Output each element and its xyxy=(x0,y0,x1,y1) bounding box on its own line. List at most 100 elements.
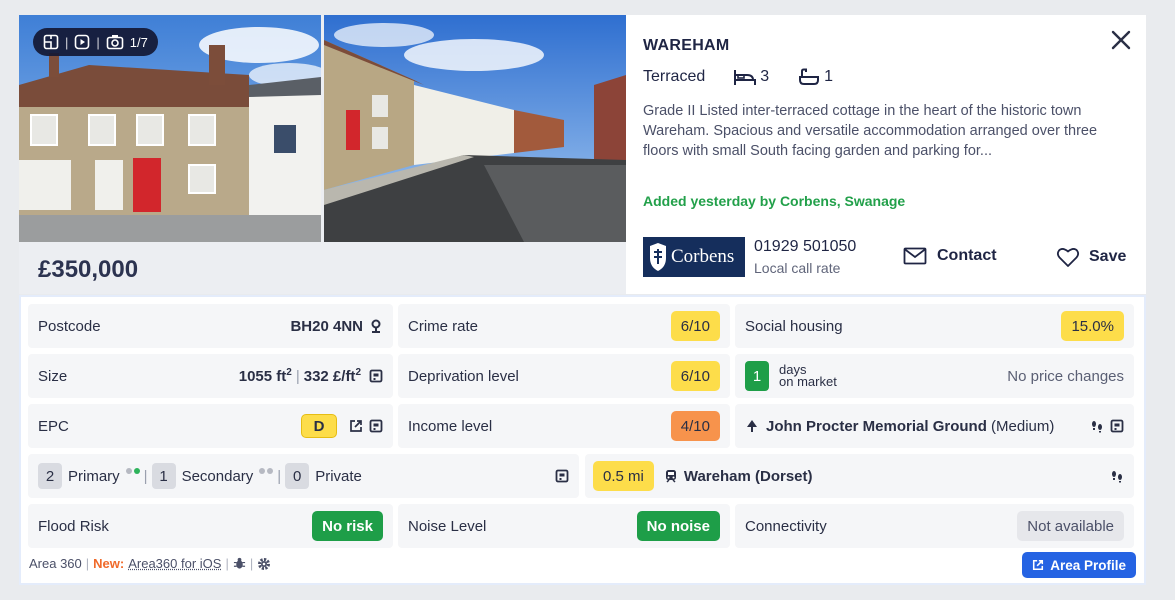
contact-label: Contact xyxy=(937,247,997,264)
connectivity-badge: Not available xyxy=(1017,511,1124,541)
listing-town[interactable]: WAREHAM xyxy=(643,37,730,55)
tree-icon xyxy=(747,420,757,432)
crime-cell: Crime rate 6/10 xyxy=(398,304,730,348)
size-cell: Size 1055 ft2 | 332 £/ft2 xyxy=(28,354,393,398)
footprints-icon[interactable] xyxy=(1110,469,1124,483)
private-label: Private xyxy=(315,467,362,485)
agent-logo[interactable]: Corbens xyxy=(643,237,745,277)
photo-gallery[interactable]: | | 1/7 £350,000 xyxy=(19,15,626,294)
days-on-market-label: days on market xyxy=(779,362,837,389)
bedrooms-count: 3 xyxy=(760,68,770,85)
save-button[interactable]: Save xyxy=(1056,246,1126,268)
close-icon[interactable] xyxy=(1110,29,1132,51)
heart-icon xyxy=(1056,248,1080,267)
listing-photo-2[interactable] xyxy=(324,15,626,242)
bed-icon xyxy=(734,70,757,85)
social-housing-label: Social housing xyxy=(745,317,843,335)
schools-separator: | xyxy=(143,467,148,485)
secondary-label: Secondary xyxy=(181,467,254,485)
area-footer: Area 360 | New: Area360 for iOS | | xyxy=(29,556,271,571)
agent-logo-text: Corbens xyxy=(671,246,735,267)
flood-risk-label: Flood Risk xyxy=(38,517,109,535)
days-on-market-cell: 1 days on market No price changes xyxy=(735,354,1134,398)
listing-info: WAREHAM Terraced 3 1 Grade II Listed int… xyxy=(626,15,1146,294)
phone-rate-note: Local call rate xyxy=(754,260,841,276)
listing-description: Grade II Listed inter-terraced cottage i… xyxy=(643,103,1098,159)
station-distance-badge: 0.5 mi xyxy=(593,461,654,491)
bathrooms-feature: 1 xyxy=(797,68,833,86)
floorplan-icon[interactable] xyxy=(43,34,59,50)
epc-cell: EPC D xyxy=(28,404,393,448)
ios-app-link[interactable]: Area360 for iOS xyxy=(128,556,221,571)
bath-icon xyxy=(799,68,820,85)
noise-level-cell: Noise Level No noise xyxy=(398,504,730,548)
connectivity-cell: Connectivity Not available xyxy=(735,504,1134,548)
primary-dots xyxy=(124,467,140,485)
map-pin-icon[interactable] xyxy=(369,319,383,333)
area-profile-button[interactable]: Area Profile xyxy=(1022,552,1136,578)
external-link-icon[interactable] xyxy=(349,419,363,433)
flood-risk-cell: Flood Risk No risk xyxy=(28,504,393,548)
private-count: 0 xyxy=(285,463,310,489)
media-separator: | xyxy=(65,34,69,50)
noise-level-label: Noise Level xyxy=(408,517,487,535)
calculator-icon[interactable] xyxy=(1110,419,1124,433)
calculator-icon[interactable] xyxy=(369,419,383,433)
media-counter-pill[interactable]: | | 1/7 xyxy=(33,28,158,56)
bug-icon[interactable] xyxy=(233,557,246,570)
noise-level-badge: No noise xyxy=(636,511,720,541)
agent-phone[interactable]: 01929 501050 xyxy=(754,238,856,256)
envelope-icon xyxy=(903,247,927,265)
footer-separator: | xyxy=(85,556,90,571)
nearest-station-cell[interactable]: 0.5 mi Wareham (Dorset) xyxy=(585,454,1134,498)
days-on-market-count: 1 xyxy=(745,361,769,391)
photo-counter: 1/7 xyxy=(129,34,148,50)
external-link-icon xyxy=(1033,559,1044,571)
price-changes-status: No price changes xyxy=(1007,367,1124,385)
gear-icon[interactable] xyxy=(257,557,271,571)
station-name: Wareham (Dorset) xyxy=(683,467,813,485)
schools-cell[interactable]: 2 Primary | 1 Secondary | 0 Private xyxy=(28,454,579,498)
park-name-text: John Procter Memorial Ground (Medium) xyxy=(766,417,1055,435)
calculator-icon[interactable] xyxy=(369,369,383,383)
added-by-agent: Added yesterday by Corbens, Swanage xyxy=(643,193,906,209)
income-label: Income level xyxy=(408,417,493,435)
train-icon xyxy=(665,470,676,483)
save-label: Save xyxy=(1089,248,1127,265)
calculator-icon[interactable] xyxy=(555,469,569,483)
price-per-sqft: 332 £/ft2 xyxy=(303,367,361,385)
agent-crest-icon xyxy=(650,243,666,271)
postcode-cell: Postcode BH20 4NN xyxy=(28,304,393,348)
flood-risk-badge: No risk xyxy=(312,511,383,541)
crime-label: Crime rate xyxy=(408,317,479,335)
size-separator: | xyxy=(295,367,300,385)
postcode-label: Postcode xyxy=(38,317,101,335)
listing-card[interactable]: | | 1/7 £350,000 WAREHAM Terraced 3 1 Gr… xyxy=(19,15,1146,294)
postcode-value: BH20 4NN xyxy=(290,317,363,335)
contact-button[interactable]: Contact xyxy=(903,247,997,265)
deprivation-label: Deprivation level xyxy=(408,367,519,385)
schools-separator: | xyxy=(277,467,282,485)
income-score-badge: 4/10 xyxy=(670,411,720,441)
primary-count: 2 xyxy=(38,463,62,489)
new-label: New: xyxy=(93,556,125,571)
brand-label: Area 360 xyxy=(29,556,82,571)
connectivity-label: Connectivity xyxy=(745,517,827,535)
property-type: Terraced xyxy=(643,68,706,85)
camera-icon[interactable] xyxy=(106,34,124,50)
crime-score-badge: 6/10 xyxy=(670,311,720,341)
footer-separator: | xyxy=(225,556,229,571)
primary-label: Primary xyxy=(68,467,120,485)
epc-rating-badge: D xyxy=(301,414,337,438)
close-button[interactable] xyxy=(1110,29,1132,51)
nearest-park-cell: John Procter Memorial Ground (Medium) xyxy=(735,404,1134,448)
property-features: Terraced 3 1 xyxy=(643,68,833,86)
size-label: Size xyxy=(38,367,68,385)
video-icon[interactable] xyxy=(74,34,90,50)
footprints-icon[interactable] xyxy=(1090,419,1104,433)
media-separator: | xyxy=(96,34,100,50)
size-sqft: 1055 ft2 xyxy=(238,367,292,385)
secondary-count: 1 xyxy=(151,463,176,489)
area-panel: Postcode BH20 4NN Crime rate 6/10 Social… xyxy=(19,295,1146,585)
social-housing-cell: Social housing 15.0% xyxy=(735,304,1134,348)
